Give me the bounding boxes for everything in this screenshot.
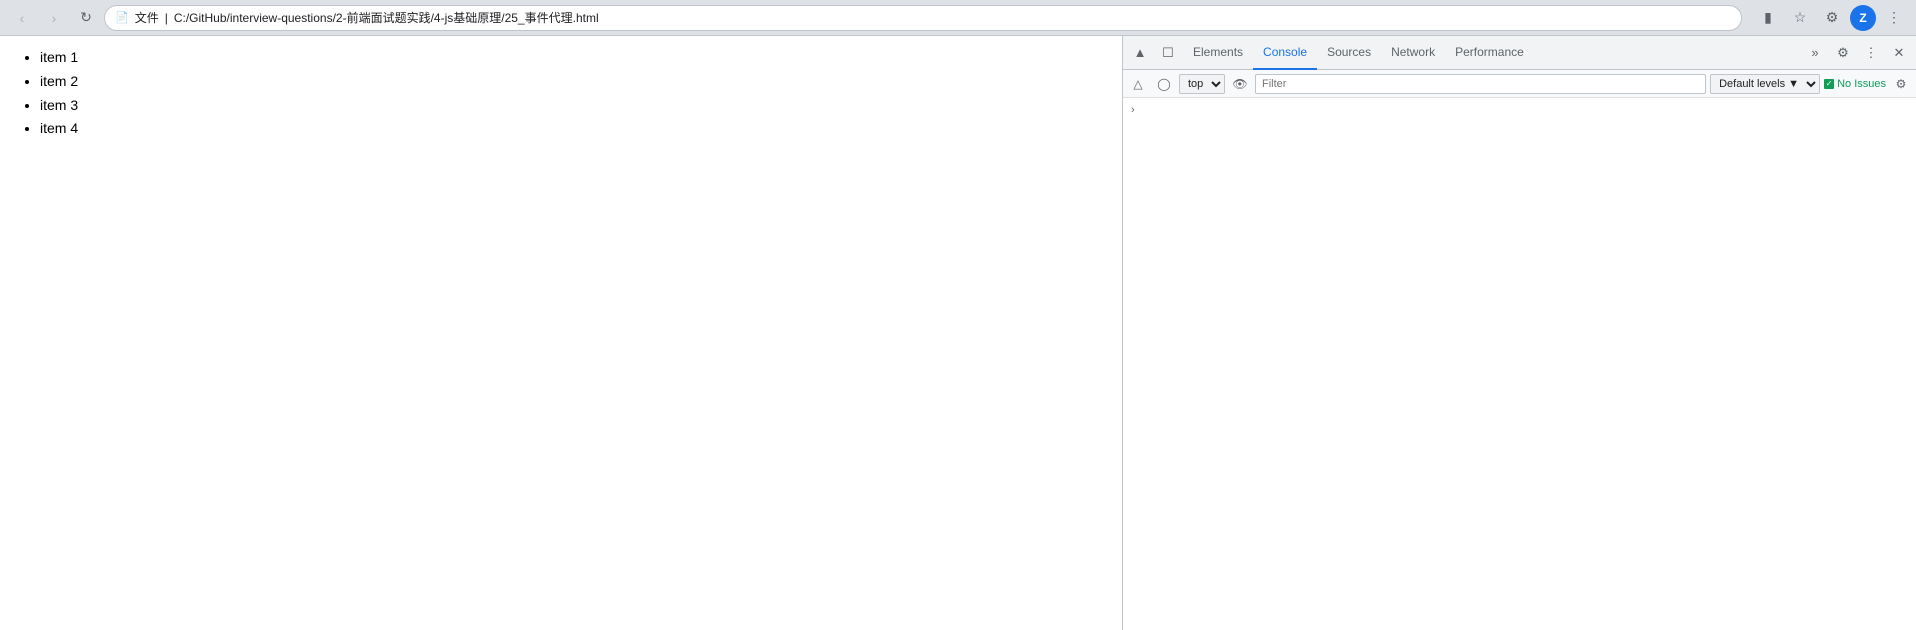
list-item: item 1 [40, 46, 1102, 70]
address-label: 文件 [135, 9, 159, 26]
log-levels-select[interactable]: Default levels ▼ [1710, 74, 1820, 94]
menu-button[interactable]: ⋮ [1880, 4, 1908, 32]
list-item: item 3 [40, 94, 1102, 118]
devtools-inspect-button[interactable]: ▲ [1127, 40, 1153, 66]
more-options-button[interactable]: ⋮ [1858, 40, 1884, 66]
list-item: item 4 [40, 117, 1102, 141]
console-body[interactable]: › [1123, 98, 1916, 630]
refresh-button[interactable]: ↻ [72, 4, 100, 32]
browser-topbar: ‹ › ↻ 📄 文件 | C:/GitHub/interview-questio… [0, 0, 1916, 36]
file-icon: 📄 [115, 11, 129, 24]
no-issues-badge: ✓ No Issues [1824, 78, 1886, 90]
address-bar[interactable]: 📄 文件 | C:/GitHub/interview-questions/2-前… [104, 5, 1742, 31]
extensions-button[interactable]: ⚙ [1818, 4, 1846, 32]
clear-console-button[interactable]: △ [1127, 73, 1149, 95]
forward-button[interactable]: › [40, 4, 68, 32]
no-issues-checkbox-icon: ✓ [1824, 79, 1834, 89]
avatar-button[interactable]: Z [1850, 5, 1876, 31]
devtools-toolbar-right: » ⚙ ⋮ ✕ [1802, 40, 1912, 66]
bookmark-button[interactable]: ☆ [1786, 4, 1814, 32]
devtools-device-button[interactable]: ☐ [1155, 40, 1181, 66]
browser-window: ‹ › ↻ 📄 文件 | C:/GitHub/interview-questio… [0, 0, 1916, 630]
context-select[interactable]: top [1179, 74, 1225, 94]
console-settings-button[interactable]: ⚙ [1890, 73, 1912, 95]
cast-button[interactable]: ▮ [1754, 4, 1782, 32]
tab-sources[interactable]: Sources [1317, 36, 1381, 70]
webpage-area: item 1 item 2 item 3 item 4 [0, 36, 1122, 630]
console-toolbar: △ ◯ top 👁 Default levels ▼ ✓ No Issues ⚙ [1123, 70, 1916, 98]
devtools-tabs: Elements Console Sources Network Perform… [1183, 36, 1800, 70]
filter-input[interactable] [1255, 74, 1706, 94]
tab-performance[interactable]: Performance [1445, 36, 1534, 70]
tab-console[interactable]: Console [1253, 36, 1317, 70]
no-issues-label: No Issues [1837, 78, 1886, 90]
close-devtools-button[interactable]: ✕ [1886, 40, 1912, 66]
address-separator: | [165, 11, 168, 25]
devtools-panel: ▲ ☐ Elements Console Sources Network Per… [1122, 36, 1916, 630]
eye-button[interactable]: 👁 [1229, 73, 1251, 95]
devtools-tabs-toolbar: ▲ ☐ Elements Console Sources Network Per… [1123, 36, 1916, 70]
tab-elements[interactable]: Elements [1183, 36, 1253, 70]
list-item: item 2 [40, 70, 1102, 94]
console-chevron-icon: › [1131, 104, 1135, 116]
item-list: item 1 item 2 item 3 item 4 [20, 46, 1102, 141]
preserve-log-button[interactable]: ◯ [1153, 73, 1175, 95]
devtools-settings-button[interactable]: ⚙ [1830, 40, 1856, 66]
browser-content: item 1 item 2 item 3 item 4 ▲ ☐ Elements… [0, 36, 1916, 630]
back-button[interactable]: ‹ [8, 4, 36, 32]
tab-network[interactable]: Network [1381, 36, 1445, 70]
address-url: C:/GitHub/interview-questions/2-前端面试题实践/… [174, 9, 599, 26]
more-tabs-button[interactable]: » [1802, 40, 1828, 66]
console-prompt-row: › [1123, 102, 1916, 118]
topbar-right: ▮ ☆ ⚙ Z ⋮ [1754, 4, 1908, 32]
